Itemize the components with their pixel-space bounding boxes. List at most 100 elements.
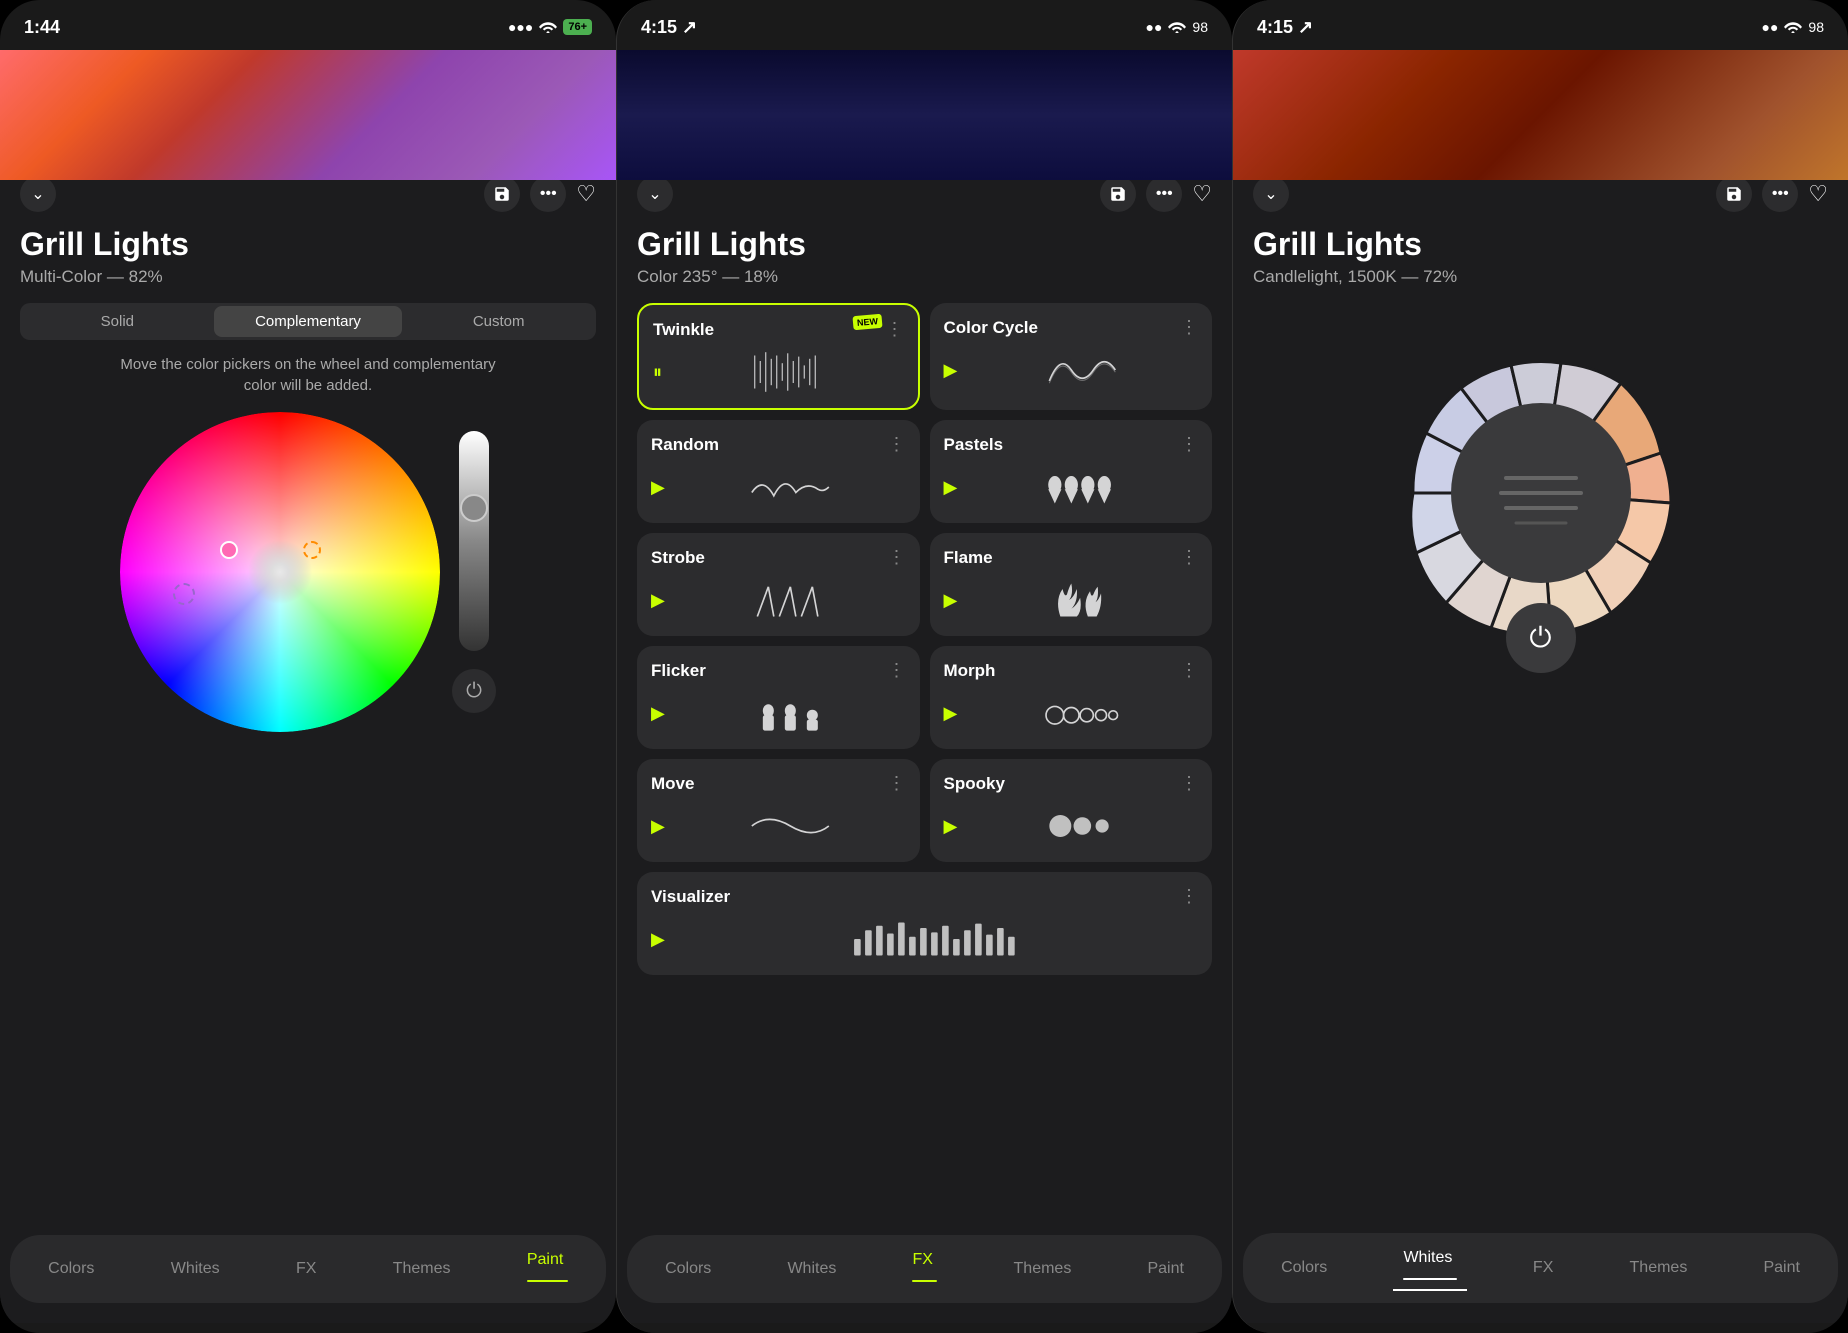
heart-btn-3[interactable]: ♡ <box>1808 181 1828 207</box>
fx-card-move[interactable]: Move ⋮ ▶ <box>637 759 920 862</box>
fx-visual-twinkle <box>672 350 904 394</box>
color-picker-pink[interactable] <box>220 541 238 559</box>
tab-colors-2[interactable]: Colors <box>655 1256 721 1282</box>
fx-card-visualizer[interactable]: Visualizer ⋮ ▶ <box>637 872 1212 975</box>
more-btn-3[interactable]: ••• <box>1762 176 1798 212</box>
tab-whites-3[interactable]: Whites <box>1393 1245 1466 1291</box>
tab-whites-2[interactable]: Whites <box>777 1256 846 1282</box>
play-btn-flame[interactable]: ▶ <box>944 590 958 611</box>
tab-paint-1[interactable]: Paint <box>517 1247 578 1291</box>
fx-card-twinkle[interactable]: Twinkle ⋮ NEW ⏸ <box>637 303 920 410</box>
fx-controls-strobe: ▶ <box>651 578 906 622</box>
time-2: 4:15 ↗ <box>641 17 697 38</box>
fx-name-visualizer: Visualizer <box>651 887 730 907</box>
fx-controls-flame: ▶ <box>944 578 1199 622</box>
play-btn-strobe[interactable]: ▶ <box>651 590 665 611</box>
power-btn-whites[interactable]: ⏻ <box>1506 603 1576 673</box>
seg-complementary[interactable]: Complementary <box>214 306 403 337</box>
app-subtitle-2: Color 235° — 18% <box>637 267 1212 287</box>
tab-fx-3[interactable]: FX <box>1523 1255 1563 1281</box>
tab-colors-1[interactable]: Colors <box>38 1256 104 1282</box>
fx-card-header-spooky: Spooky ⋮ <box>944 773 1199 794</box>
fx-name-spooky: Spooky <box>944 774 1005 794</box>
fx-card-flicker[interactable]: Flicker ⋮ ▶ <box>637 646 920 749</box>
chevron-down-btn-2[interactable]: ⌄ <box>637 176 673 212</box>
seg-custom[interactable]: Custom <box>404 306 593 337</box>
fx-more-strobe[interactable]: ⋮ <box>888 547 906 568</box>
more-btn-1[interactable]: ••• <box>530 176 566 212</box>
play-btn-color-cycle[interactable]: ▶ <box>944 360 958 381</box>
app-card-2: ⌄ ••• ♡ Grill Lights Color 235° — 18% Tw… <box>617 160 1232 1323</box>
save-btn-2[interactable] <box>1100 176 1136 212</box>
battery-1: 76+ <box>563 19 592 35</box>
power-btn-1[interactable]: ⏻ <box>452 669 496 713</box>
fx-more-flicker[interactable]: ⋮ <box>888 660 906 681</box>
fx-name-random: Random <box>651 435 719 455</box>
tab-colors-3[interactable]: Colors <box>1271 1255 1337 1281</box>
seg-solid[interactable]: Solid <box>23 306 212 337</box>
save-btn-1[interactable] <box>484 176 520 212</box>
chevron-down-btn-1[interactable]: ⌄ <box>20 176 56 212</box>
fx-card-flame[interactable]: Flame ⋮ ▶ <box>930 533 1213 636</box>
fx-card-strobe[interactable]: Strobe ⋮ ▶ <box>637 533 920 636</box>
top-controls-3: ⌄ ••• ♡ <box>1253 176 1828 212</box>
app-card-1: ⌄ ••• ♡ Grill Lights Multi-Color — 82% S… <box>0 160 616 1323</box>
fx-name-move: Move <box>651 774 694 794</box>
color-picker-purple[interactable] <box>173 583 195 605</box>
play-btn-morph[interactable]: ▶ <box>944 703 958 724</box>
tab-themes-2[interactable]: Themes <box>1004 1256 1082 1282</box>
fx-more-twinkle[interactable]: ⋮ <box>886 319 904 340</box>
fx-card-morph[interactable]: Morph ⋮ ▶ <box>930 646 1213 749</box>
play-btn-flicker[interactable]: ▶ <box>651 703 665 724</box>
wifi-icon-2 <box>1168 19 1186 36</box>
fx-more-move[interactable]: ⋮ <box>888 773 906 794</box>
brightness-slider[interactable] <box>459 431 489 651</box>
heart-btn-2[interactable]: ♡ <box>1192 181 1212 207</box>
tab-whites-1[interactable]: Whites <box>161 1256 230 1282</box>
status-icons-3: ●● 98 <box>1762 19 1825 36</box>
fx-card-header-move: Move ⋮ <box>651 773 906 794</box>
tab-paint-underline-1 <box>527 1280 568 1282</box>
fx-more-pastels[interactable]: ⋮ <box>1180 434 1198 455</box>
fx-more-flame[interactable]: ⋮ <box>1180 547 1198 568</box>
fx-controls-flicker: ▶ <box>651 691 906 735</box>
more-btn-2[interactable]: ••• <box>1146 176 1182 212</box>
chevron-down-btn-3[interactable]: ⌄ <box>1253 176 1289 212</box>
time-1: 1:44 <box>24 17 60 38</box>
tab-fx-1[interactable]: FX <box>286 1256 326 1282</box>
save-btn-3[interactable] <box>1716 176 1752 212</box>
fx-visual-move <box>675 804 906 848</box>
seg-control-1: Solid Complementary Custom <box>20 303 596 340</box>
fx-more-spooky[interactable]: ⋮ <box>1180 773 1198 794</box>
tab-fx-2[interactable]: FX <box>902 1247 947 1291</box>
heart-btn-1[interactable]: ♡ <box>576 181 596 207</box>
fx-more-color-cycle[interactable]: ⋮ <box>1180 317 1198 338</box>
fx-controls-morph: ▶ <box>944 691 1199 735</box>
fx-card-random[interactable]: Random ⋮ ▶ <box>637 420 920 523</box>
fx-more-random[interactable]: ⋮ <box>888 434 906 455</box>
screen-2: 4:15 ↗ ●● 98 ⌄ ••• ♡ <box>616 0 1232 1333</box>
play-btn-visualizer[interactable]: ▶ <box>651 929 665 950</box>
signal-icon-1: ●●● <box>508 19 533 35</box>
play-btn-spooky[interactable]: ▶ <box>944 816 958 837</box>
play-btn-pastels[interactable]: ▶ <box>944 477 958 498</box>
whites-wheel[interactable]: ⏻ <box>1351 303 1731 683</box>
header-gradient-3 <box>1233 50 1848 180</box>
color-picker-orange[interactable] <box>303 541 321 559</box>
tab-themes-1[interactable]: Themes <box>383 1256 461 1282</box>
fx-card-spooky[interactable]: Spooky ⋮ ▶ <box>930 759 1213 862</box>
fx-card-color-cycle[interactable]: Color Cycle ⋮ ▶ <box>930 303 1213 410</box>
tab-paint-3[interactable]: Paint <box>1753 1255 1809 1281</box>
wifi-icon-3 <box>1784 19 1802 36</box>
play-btn-random[interactable]: ▶ <box>651 477 665 498</box>
play-btn-move[interactable]: ▶ <box>651 816 665 837</box>
fx-card-pastels[interactable]: Pastels ⋮ ▶ <box>930 420 1213 523</box>
tab-paint-2[interactable]: Paint <box>1137 1256 1193 1282</box>
tab-themes-3[interactable]: Themes <box>1620 1255 1698 1281</box>
tab-fx-underline-2 <box>912 1280 937 1282</box>
color-wheel[interactable] <box>120 412 440 732</box>
fx-more-morph[interactable]: ⋮ <box>1180 660 1198 681</box>
pause-icon-twinkle[interactable]: ⏸ <box>653 362 662 383</box>
fx-more-visualizer[interactable]: ⋮ <box>1180 886 1198 907</box>
fx-card-header-pastels: Pastels ⋮ <box>944 434 1199 455</box>
